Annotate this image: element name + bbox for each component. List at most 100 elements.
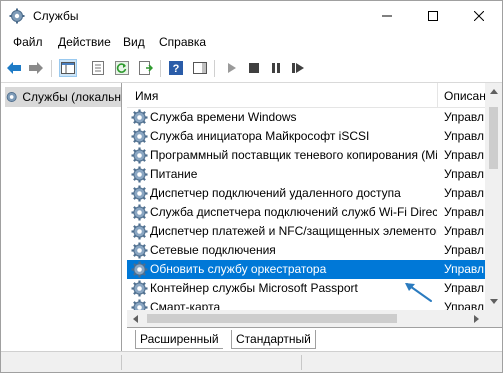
- menu-view[interactable]: Вид: [123, 35, 145, 49]
- service-gear-icon: [131, 185, 148, 202]
- title-bar: Службы: [1, 1, 502, 31]
- service-gear-icon: [131, 261, 148, 278]
- service-description: Управл: [444, 243, 485, 257]
- service-gear-icon: [131, 204, 148, 221]
- maximize-button[interactable]: [410, 1, 456, 31]
- back-arrow-icon: [7, 62, 21, 74]
- menu-help[interactable]: Справка: [159, 35, 206, 49]
- service-name: Диспетчер подключений удаленного доступа: [150, 186, 401, 200]
- view-tabs: Расширенный Стандартный: [127, 327, 502, 352]
- back-button[interactable]: [5, 59, 23, 77]
- service-gear-icon: [131, 147, 148, 164]
- service-row[interactable]: Сетевые подключения Управл: [127, 241, 485, 260]
- column-header-name[interactable]: Имя: [135, 89, 158, 103]
- forward-arrow-icon: [29, 62, 43, 74]
- start-service-icon: [228, 63, 236, 73]
- service-row[interactable]: Служба времени Windows Управл: [127, 108, 485, 127]
- restart-service-icon: [292, 63, 304, 73]
- tab-standard[interactable]: Стандартный: [231, 330, 316, 349]
- service-description: Управл: [444, 167, 485, 181]
- close-button[interactable]: [456, 1, 502, 31]
- restart-service-button[interactable]: [289, 59, 307, 77]
- console-tree: Службы (локальн: [1, 83, 122, 351]
- service-gear-icon: [131, 109, 148, 126]
- service-name: Диспетчер платежей и NFC/защищенных элем…: [150, 224, 437, 238]
- show-hide-tree-button[interactable]: [59, 59, 77, 77]
- annotation-arrow-icon: [405, 283, 432, 302]
- service-description: Управл: [444, 262, 485, 276]
- scroll-left-icon[interactable]: [127, 310, 144, 327]
- service-description: Управл: [444, 129, 485, 143]
- service-name: Служба инициатора Майкрософт iSCSI: [150, 129, 370, 143]
- scroll-right-icon[interactable]: [468, 310, 485, 327]
- close-icon: [474, 11, 484, 21]
- scrollbar-corner: [485, 310, 502, 327]
- properties-button[interactable]: [89, 59, 107, 77]
- service-row[interactable]: Служба диспетчера подключений служб Wi-F…: [127, 203, 485, 222]
- service-row[interactable]: Служба инициатора Майкрософт iSCSI Управл: [127, 127, 485, 146]
- service-description: Управл: [444, 205, 485, 219]
- service-row[interactable]: Обновить службу оркестратора Управл: [127, 260, 485, 279]
- scroll-up-icon[interactable]: [485, 83, 502, 100]
- service-name: Служба диспетчера подключений служб Wi-F…: [150, 205, 437, 219]
- window-title: Службы: [33, 9, 79, 23]
- tree-item-services-local[interactable]: Службы (локальн: [5, 87, 121, 107]
- column-header-description[interactable]: Описан: [444, 89, 486, 103]
- minimize-button[interactable]: [364, 1, 410, 31]
- service-name: Служба времени Windows: [150, 110, 297, 124]
- service-gear-icon: [131, 166, 148, 183]
- service-row[interactable]: Программный поставщик теневого копирован…: [127, 146, 485, 165]
- refresh-icon: [115, 61, 129, 75]
- service-gear-icon: [131, 128, 148, 145]
- show-hide-console-tree-icon: [61, 62, 75, 74]
- help-icon: ?: [169, 61, 183, 75]
- service-row[interactable]: Диспетчер платежей и NFC/защищенных элем…: [127, 222, 485, 241]
- action-pane-icon: [193, 62, 207, 74]
- horizontal-scroll-thumb[interactable]: [147, 314, 397, 323]
- service-description: Управл: [444, 186, 485, 200]
- menu-action[interactable]: Действие: [58, 35, 111, 49]
- svg-text:?: ?: [173, 63, 180, 75]
- action-pane-button[interactable]: [191, 59, 209, 77]
- services-gear-icon: [9, 8, 25, 24]
- service-description: Управл: [444, 281, 485, 295]
- refresh-button[interactable]: [113, 59, 131, 77]
- service-name: Питание: [150, 167, 198, 181]
- export-list-button[interactable]: [137, 59, 155, 77]
- stop-service-button[interactable]: [245, 59, 263, 77]
- tab-extended[interactable]: Расширенный: [135, 330, 223, 349]
- forward-button[interactable]: [27, 59, 45, 77]
- status-bar: [1, 351, 502, 372]
- service-gear-icon: [131, 280, 148, 297]
- service-row[interactable]: Питание Управл: [127, 165, 485, 184]
- pause-service-icon: [272, 63, 280, 73]
- service-gear-icon: [131, 242, 148, 259]
- horizontal-scrollbar[interactable]: [127, 310, 485, 327]
- start-service-button[interactable]: [223, 59, 241, 77]
- menu-bar: Файл Действие Вид Справка: [1, 31, 502, 54]
- scroll-down-icon[interactable]: [485, 293, 502, 310]
- service-row[interactable]: Диспетчер подключений удаленного доступа…: [127, 184, 485, 203]
- service-name: Сетевые подключения: [150, 243, 276, 257]
- service-name: Контейнер службы Microsoft Passport: [150, 281, 358, 295]
- service-description: Управл: [444, 110, 485, 124]
- service-name: Программный поставщик теневого копирован…: [150, 148, 437, 162]
- vertical-scrollbar[interactable]: [485, 83, 502, 310]
- tree-item-label: Службы (локальн: [22, 90, 121, 104]
- list-header: Имя Описан: [127, 83, 502, 108]
- minimize-icon: [382, 15, 392, 17]
- menu-file[interactable]: Файл: [13, 35, 43, 49]
- pause-service-button[interactable]: [267, 59, 285, 77]
- properties-icon: [92, 61, 104, 75]
- help-button[interactable]: ?: [167, 59, 185, 77]
- service-gear-icon: [131, 223, 148, 240]
- stop-service-icon: [249, 63, 259, 73]
- services-gear-icon: [6, 92, 17, 102]
- service-name: Обновить службу оркестратора: [150, 262, 327, 276]
- export-list-icon: [139, 61, 153, 75]
- services-window: Службы Файл Действие Вид Справка ? Служб…: [0, 0, 503, 373]
- services-list: Имя Описан Служба времени Windows Управл С…: [127, 83, 502, 327]
- toolbar: ?: [1, 55, 502, 83]
- vertical-scroll-thumb[interactable]: [489, 107, 498, 169]
- maximize-icon: [428, 11, 438, 21]
